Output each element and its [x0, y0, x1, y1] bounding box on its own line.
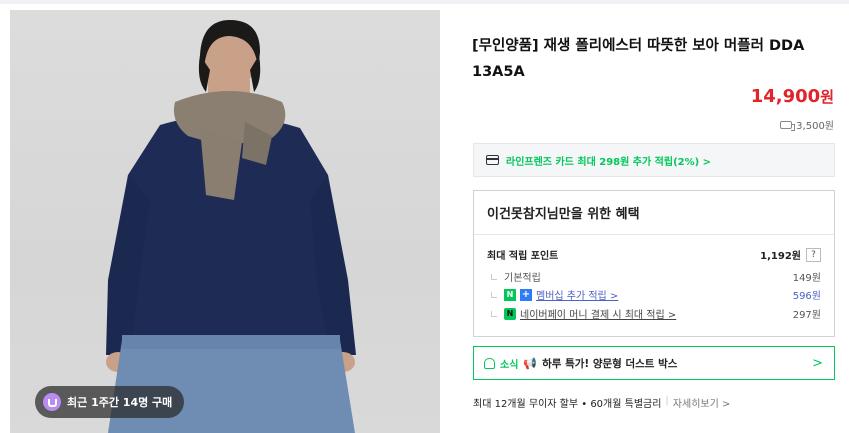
recent-purchase-badge: 최근 1주간 14명 구매 [35, 386, 185, 418]
truck-icon [780, 120, 796, 131]
news-text: 하루 특가! 양문형 더스트 박스 [542, 357, 678, 370]
shopping-bag-icon [43, 393, 61, 411]
plus-membership-icon: + [520, 288, 532, 301]
installment-info: 최대 12개월 무이자 할부 • 60개월 특별금리 | 자세히보기 > [473, 395, 730, 410]
product-title: [무인양품] 재생 폴리에스터 따뜻한 보아 머플러 DDA 13A5A [472, 38, 805, 80]
recent-purchase-text: 최근 1주간 14명 구매 [67, 396, 173, 409]
divider: | [665, 395, 669, 406]
naverpay-points-row: N 네이버페이 머니 결제 시 최대 적립 > 297원 [491, 306, 821, 321]
tree-branch-icon [491, 291, 497, 298]
card-benefit-text: 라인프렌즈 카드 최대 298원 추가 적립(2%) > [506, 156, 712, 168]
naverpay-points-value: 297원 [792, 310, 821, 321]
benefit-box: 이건못참지님만을 위한 혜택 최대 적립 포인트 1,192원 ? 기본적립 1… [473, 190, 835, 337]
price-unit: 원 [820, 88, 834, 106]
product-price: 14,900원 [751, 86, 834, 107]
details-link[interactable]: 자세히보기 > [673, 395, 731, 410]
card-benefit-banner[interactable]: 라인프렌즈 카드 최대 298원 추가 적립(2%) > [473, 143, 835, 177]
naverpay-icon: N [504, 307, 516, 320]
price-amount: 14,900 [750, 86, 821, 107]
product-image[interactable]: 최근 1주간 14명 구매 [10, 10, 440, 433]
megaphone-icon: 📢 [523, 356, 538, 370]
top-divider [0, 0, 849, 4]
installment-text: 최대 12개월 무이자 할부 • 60개월 특별금리 [473, 399, 662, 410]
store-news-banner[interactable]: 소식 📢 하루 특가! 양문형 더스트 박스 > [473, 346, 835, 380]
bell-icon [484, 357, 495, 369]
benefit-heading: 이건못참지님만을 위한 혜택 [474, 191, 834, 235]
basic-points-row: 기본적립 149원 [491, 269, 821, 284]
basic-points-value: 149원 [792, 273, 821, 284]
naver-n-icon: N [504, 288, 516, 301]
max-points-row: 최대 적립 포인트 1,192원 ? [487, 247, 821, 262]
max-points-value-wrap: 1,192원 ? [760, 247, 821, 262]
max-points-label: 최대 적립 포인트 [487, 251, 559, 262]
shipping-fee: 3,500원 [780, 117, 834, 132]
membership-points-value: 596원 [792, 291, 821, 302]
model-illustration [106, 20, 356, 433]
membership-points-link[interactable]: 멤버십 추가 적립 > [536, 287, 618, 302]
news-tag: 소식 [500, 359, 519, 371]
shipping-fee-text: 3,500원 [796, 121, 834, 132]
basic-points-label: 기본적립 [504, 273, 541, 284]
max-points-value: 1,192원 [760, 251, 801, 262]
chevron-right-icon: > [812, 356, 823, 371]
membership-points-row: N + 멤버십 추가 적립 > 596원 [491, 287, 821, 302]
tree-branch-icon [491, 310, 497, 317]
credit-card-icon [486, 155, 499, 165]
product-page: 최근 1주간 14명 구매 [무인양품] 재생 폴리에스터 따뜻한 보아 머플러… [0, 0, 849, 433]
tree-branch-icon [491, 273, 497, 280]
naverpay-points-link[interactable]: 네이버페이 머니 결제 시 최대 적립 > [520, 306, 676, 321]
help-button[interactable]: ? [806, 247, 821, 262]
